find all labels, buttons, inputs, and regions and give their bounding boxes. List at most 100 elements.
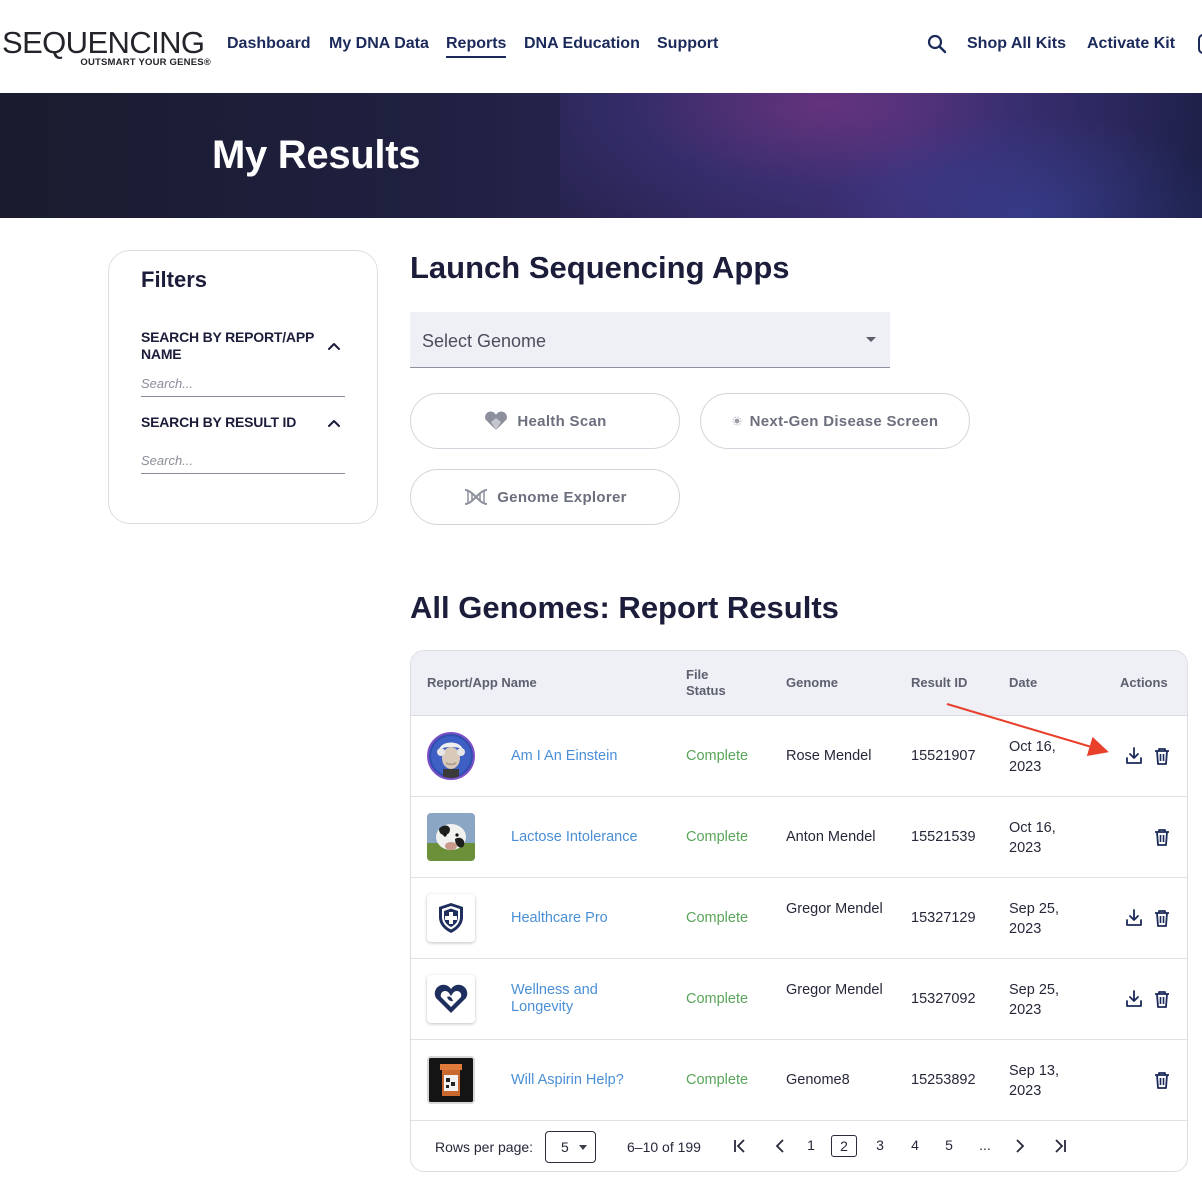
filter-result-id-label: SEARCH BY RESULT ID — [141, 414, 297, 430]
caret-down-icon — [866, 337, 876, 342]
genome-explorer-label: Genome Explorer — [497, 488, 627, 506]
rows-per-page-select[interactable]: 5 — [545, 1131, 596, 1163]
table-row: Healthcare Pro Complete Gregor Mendel 15… — [411, 878, 1187, 959]
download-icon[interactable] — [1124, 746, 1144, 766]
search-icon[interactable] — [926, 33, 948, 55]
download-icon[interactable] — [1124, 989, 1144, 1009]
page-title: My Results — [212, 133, 421, 177]
download-icon[interactable] — [1124, 908, 1144, 928]
hero-dna-background-glow — [820, 113, 1202, 218]
heart-icon — [485, 411, 508, 430]
trash-icon[interactable] — [1152, 827, 1172, 847]
result-id: 15521907 — [911, 748, 976, 764]
pill-bottle-thumbnail[interactable] — [427, 1056, 475, 1104]
search-result-id-input[interactable] — [141, 448, 345, 474]
trash-icon[interactable] — [1152, 908, 1172, 928]
brand-name: SEQUENCING — [2, 25, 205, 60]
column-header-file-status[interactable]: File Status — [686, 667, 736, 699]
next-gen-disease-screen-label: Next-Gen Disease Screen — [749, 412, 939, 430]
page-2-current[interactable]: 2 — [831, 1135, 857, 1157]
file-status: Complete — [686, 829, 749, 845]
rows-per-page-value: 5 — [561, 1139, 569, 1155]
report-name-link[interactable]: Wellness and Longevity — [511, 982, 651, 1016]
page-3[interactable]: 3 — [872, 1135, 888, 1157]
genome-name: Gregor Mendel — [786, 982, 883, 998]
table-header: Report/App Name File Status Genome Resul… — [411, 651, 1187, 716]
column-header-actions: Actions — [1120, 675, 1168, 690]
pagination: Rows per page: 5 6–10 of 199 1 2 3 4 5 .… — [411, 1121, 1187, 1171]
nav-my-dna-data[interactable]: My DNA Data — [329, 34, 429, 54]
brand-logo[interactable]: SEQUENCING OUTSMART YOUR GENES® — [2, 26, 214, 72]
report-name-link[interactable]: Am I An Einstein — [511, 748, 651, 765]
file-status: Complete — [686, 991, 749, 1007]
select-genome-placeholder: Select Genome — [422, 331, 547, 351]
last-page-icon[interactable] — [1051, 1137, 1069, 1155]
filters-panel: Filters SEARCH BY REPORT/APP NAME SEARCH… — [108, 250, 378, 524]
shop-all-kits-link[interactable]: Shop All Kits — [967, 34, 1066, 54]
trash-icon[interactable] — [1152, 989, 1172, 1009]
table-row: Lactose Intolerance Complete Anton Mende… — [411, 797, 1187, 878]
page-ellipsis: ... — [979, 1137, 991, 1153]
select-genome-dropdown[interactable]: Select Genome — [410, 312, 890, 368]
rows-per-page-label: Rows per page: — [435, 1139, 534, 1155]
result-date: Sep 25, 2023 — [1009, 901, 1059, 937]
filter-report-name-label: SEARCH BY REPORT/APP NAME — [141, 329, 314, 362]
genome-name: Rose Mendel — [786, 748, 872, 764]
next-gen-disease-screen-button[interactable]: Next-Gen Disease Screen — [700, 393, 970, 449]
trash-icon[interactable] — [1152, 1070, 1172, 1090]
filters-title: Filters — [141, 267, 208, 292]
page-5[interactable]: 5 — [941, 1135, 957, 1157]
genome-name: Gregor Mendel — [786, 901, 883, 917]
result-id: 15253892 — [911, 1072, 976, 1088]
top-nav: SEQUENCING OUTSMART YOUR GENES® Dashboar… — [0, 0, 1202, 93]
column-header-genome[interactable]: Genome — [786, 675, 838, 691]
dna-helix-icon — [465, 489, 488, 505]
first-page-icon[interactable] — [731, 1137, 749, 1155]
result-date: Sep 13, 2023 — [1009, 1063, 1059, 1099]
genome-explorer-button[interactable]: Genome Explorer — [410, 469, 680, 525]
previous-page-icon[interactable] — [771, 1137, 789, 1155]
chevron-up-icon[interactable] — [327, 416, 341, 430]
next-page-icon[interactable] — [1011, 1137, 1029, 1155]
cow-photo-thumbnail[interactable] — [427, 813, 475, 861]
search-report-name-input[interactable] — [141, 371, 345, 397]
report-name-link[interactable]: Healthcare Pro — [511, 910, 651, 927]
report-name-link[interactable]: Lactose Intolerance — [511, 829, 651, 846]
brand-tagline: OUTSMART YOUR GENES® — [80, 57, 211, 68]
nav-support[interactable]: Support — [657, 34, 718, 54]
health-scan-label: Health Scan — [517, 412, 607, 430]
nav-dna-education[interactable]: DNA Education — [524, 34, 640, 54]
chevron-up-icon[interactable] — [327, 339, 341, 353]
trash-icon[interactable] — [1152, 746, 1172, 766]
shield-cross-thumbnail[interactable] — [427, 894, 475, 942]
report-results-title: All Genomes: Report Results — [410, 590, 839, 625]
activate-kit-link[interactable]: Activate Kit — [1087, 34, 1175, 54]
einstein-portrait-thumbnail[interactable] — [427, 732, 475, 780]
page-1[interactable]: 1 — [803, 1135, 819, 1157]
page-4[interactable]: 4 — [907, 1135, 923, 1157]
account-icon[interactable] — [1198, 34, 1202, 54]
results-table: Report/App Name File Status Genome Resul… — [410, 650, 1188, 1172]
table-row: Am I An Einstein Complete Rose Mendel 15… — [411, 716, 1187, 797]
result-id: 15327092 — [911, 991, 976, 1007]
result-date: Oct 16, 2023 — [1009, 739, 1056, 775]
hero-banner: My Results — [0, 93, 1202, 218]
nav-dashboard[interactable]: Dashboard — [227, 34, 311, 54]
column-header-date[interactable]: Date — [1009, 675, 1037, 691]
report-name-link[interactable]: Will Aspirin Help? — [511, 1072, 651, 1089]
caret-down-icon — [579, 1145, 587, 1150]
gear-dot-icon — [732, 416, 742, 426]
genome-name: Anton Mendel — [786, 829, 876, 845]
result-id: 15327129 — [911, 910, 976, 926]
result-id: 15521539 — [911, 829, 976, 845]
page-range-text: 6–10 of 199 — [627, 1139, 701, 1155]
result-date: Sep 25, 2023 — [1009, 982, 1059, 1018]
table-row: Will Aspirin Help? Complete Genome8 1525… — [411, 1040, 1187, 1121]
table-row: Wellness and Longevity Complete Gregor M… — [411, 959, 1187, 1040]
nav-reports[interactable]: Reports — [446, 34, 507, 58]
column-header-result-id[interactable]: Result ID — [911, 675, 967, 691]
column-header-name[interactable]: Report/App Name — [427, 675, 537, 691]
file-status: Complete — [686, 1072, 749, 1088]
heart-leaf-thumbnail[interactable] — [427, 975, 475, 1023]
health-scan-button[interactable]: Health Scan — [410, 393, 680, 449]
